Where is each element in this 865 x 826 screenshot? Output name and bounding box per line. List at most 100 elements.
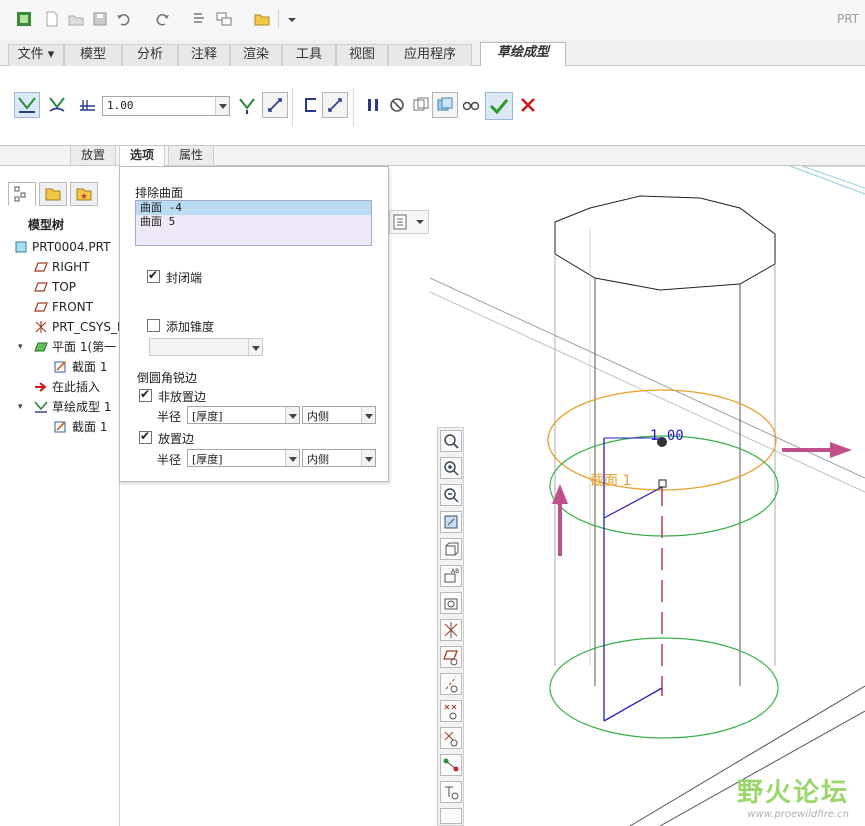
- part-icon: [14, 240, 28, 253]
- radius-combo-1[interactable]: [厚度]: [187, 406, 300, 424]
- thickness-icon[interactable]: [74, 92, 100, 118]
- side-combo-2[interactable]: 内侧: [302, 449, 376, 467]
- datum-display-icon[interactable]: [440, 619, 462, 641]
- refit-icon[interactable]: [440, 430, 462, 452]
- cancel-button[interactable]: [515, 92, 541, 118]
- tree-item-label: 草绘成型 1: [52, 400, 112, 414]
- panel-tab-placement[interactable]: 放置: [70, 146, 117, 166]
- model-viewport[interactable]: [429, 165, 865, 826]
- side-value: 内侧: [307, 453, 329, 466]
- tree-settings-button[interactable]: [389, 210, 429, 234]
- regenerate-icon[interactable]: [190, 9, 208, 27]
- placement-checkbox[interactable]: [139, 429, 152, 444]
- tab-tools[interactable]: 工具: [282, 44, 336, 66]
- graphics-window[interactable]: 1.00 截面 1 野火论坛 www.proewildfire.cn: [429, 165, 865, 826]
- zoom-out-icon[interactable]: [440, 484, 462, 506]
- list-item[interactable]: 曲面 -4: [136, 201, 371, 215]
- tree-item-plane-1[interactable]: 平面 1(第一: [34, 338, 116, 356]
- axis-display-icon[interactable]: [440, 673, 462, 695]
- seal-ends-checkbox[interactable]: [147, 268, 160, 283]
- tab-view[interactable]: 视图: [336, 44, 388, 66]
- csys-display-icon[interactable]: [440, 727, 462, 749]
- form-surface-icon[interactable]: [44, 92, 70, 118]
- radius-value: [厚度]: [192, 410, 223, 423]
- point-display-icon[interactable]: [440, 700, 462, 722]
- tab-sketched-form[interactable]: 草绘成型: [480, 42, 566, 67]
- view-toolbar: AB: [437, 427, 464, 826]
- spin-center-icon[interactable]: [440, 754, 462, 776]
- tab-annotate[interactable]: 注释: [178, 44, 230, 66]
- annotation-display-icon[interactable]: [440, 781, 462, 803]
- tab-analysis[interactable]: 分析: [122, 44, 178, 66]
- exclude-surfaces-list[interactable]: 曲面 -4 曲面 5: [135, 200, 372, 246]
- app-icon[interactable]: [14, 9, 32, 27]
- chevron-down-icon[interactable]: [285, 450, 299, 466]
- tree-item-sketched-form-1[interactable]: 草绘成型 1: [34, 398, 111, 416]
- panel-tab-properties[interactable]: 属性: [168, 146, 215, 166]
- chevron-down-icon[interactable]: [361, 407, 375, 423]
- tree-item-label: PRT0004.PRT: [32, 240, 111, 254]
- zoom-in-icon[interactable]: [440, 457, 462, 479]
- view-manager-icon[interactable]: [440, 592, 462, 614]
- form-solid-icon[interactable]: [14, 92, 40, 118]
- dimension-label[interactable]: 1.00: [650, 428, 684, 444]
- flip-direction-icon[interactable]: [262, 92, 288, 118]
- tree-item-top-plane[interactable]: TOP: [34, 278, 76, 296]
- model-tree-tab-icon[interactable]: [8, 182, 36, 206]
- tab-applications[interactable]: 应用程序: [388, 44, 472, 66]
- side-combo-1[interactable]: 内侧: [302, 406, 376, 424]
- tree-item-section-1[interactable]: 截面 1: [54, 358, 107, 376]
- radius-combo-2[interactable]: [厚度]: [187, 449, 300, 467]
- chevron-down-icon[interactable]: [361, 450, 375, 466]
- surface-feature-icon: [34, 340, 48, 352]
- panel-tab-options[interactable]: 选项: [119, 146, 166, 166]
- chevron-down-icon[interactable]: [285, 407, 299, 423]
- confirm-button[interactable]: [485, 92, 513, 120]
- csys-icon: [34, 320, 48, 333]
- saved-orientations-icon[interactable]: AB: [440, 565, 462, 587]
- windows-icon[interactable]: [214, 9, 232, 27]
- tree-item-section-1b[interactable]: 截面 1: [54, 418, 107, 436]
- folder-icon[interactable]: [252, 9, 270, 27]
- radius-label: 半径: [157, 453, 182, 467]
- open-file-icon[interactable]: [66, 9, 84, 27]
- preview-geometry-icon[interactable]: [408, 92, 434, 118]
- flip-thickness-icon[interactable]: [234, 92, 260, 118]
- tree-item-front-plane[interactable]: FRONT: [34, 298, 93, 316]
- thickness-value: 1.00: [107, 99, 134, 112]
- non-placement-checkbox[interactable]: [139, 387, 152, 402]
- tree-item-right-plane[interactable]: RIGHT: [34, 258, 90, 276]
- redo-icon[interactable]: [152, 9, 170, 27]
- customize-toolbar-icon[interactable]: [282, 9, 300, 27]
- pause-icon[interactable]: [360, 92, 386, 118]
- expand-icon[interactable]: ▾: [18, 402, 23, 412]
- folder-browser-tab-icon[interactable]: [39, 182, 67, 206]
- add-draft-checkbox[interactable]: [147, 319, 160, 332]
- preview-feature-icon[interactable]: [432, 92, 458, 118]
- favorites-tab-icon[interactable]: [70, 182, 98, 206]
- chevron-down-icon[interactable]: [215, 97, 229, 115]
- tree-item-insert-here[interactable]: 在此插入: [34, 378, 100, 396]
- datum-plane-icon: [34, 300, 48, 312]
- list-item[interactable]: 曲面 5: [136, 215, 371, 229]
- repaint-icon[interactable]: [440, 511, 462, 533]
- remove-material-icon[interactable]: [298, 92, 324, 118]
- save-icon[interactable]: [90, 9, 108, 27]
- verify-glasses-icon[interactable]: [458, 92, 484, 118]
- new-file-icon[interactable]: [42, 9, 60, 27]
- navigator-pane: 模型树 PRT0004.PRT RIGHT TOP FRONT PRT_CSYS…: [0, 166, 126, 826]
- plane-display-icon[interactable]: [440, 646, 462, 668]
- tree-item-part[interactable]: PRT0004.PRT: [14, 238, 110, 256]
- expand-icon[interactable]: ▾: [18, 342, 23, 352]
- chevron-down-icon: [248, 339, 262, 355]
- no-preview-icon[interactable]: [384, 92, 410, 118]
- tab-file[interactable]: 文件 ▾: [8, 44, 64, 66]
- tab-model[interactable]: 模型: [64, 44, 122, 66]
- more-view-tools-icon[interactable]: [440, 808, 462, 824]
- display-style-icon[interactable]: [440, 538, 462, 560]
- thickness-combo[interactable]: 1.00: [102, 96, 230, 116]
- flip-side-icon[interactable]: [322, 92, 348, 118]
- undo-icon[interactable]: [114, 9, 132, 27]
- tree-item-csys[interactable]: PRT_CSYS_D: [34, 318, 126, 336]
- tab-render[interactable]: 渲染: [230, 44, 282, 66]
